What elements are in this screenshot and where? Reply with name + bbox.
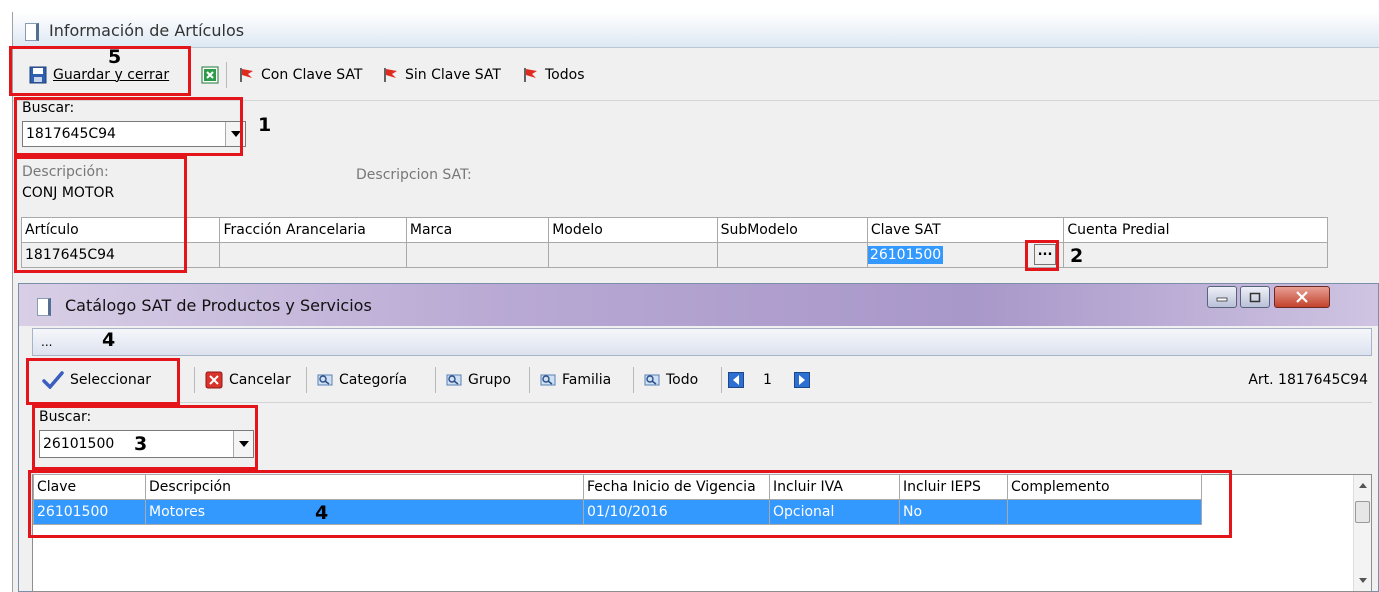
column-header[interactable]: Modelo xyxy=(548,217,718,243)
submodel-cell[interactable] xyxy=(716,242,868,268)
model-cell[interactable] xyxy=(548,242,718,268)
search-list-icon xyxy=(540,374,556,386)
toolbar-separator xyxy=(194,367,195,393)
toolbar-separator xyxy=(306,367,307,393)
category-button[interactable]: Categoría xyxy=(311,365,413,395)
highlight-box-result xyxy=(28,470,1232,538)
red-flag-icon xyxy=(524,68,537,82)
callout-number: 2 xyxy=(1070,245,1084,267)
cancel-button[interactable]: Cancelar xyxy=(199,365,297,395)
toolbar-separator xyxy=(633,367,634,393)
tariff-cell[interactable] xyxy=(219,242,407,268)
main-toolbar: Guardar y cerrar Con Clave SAT Sin Clave… xyxy=(13,49,1379,101)
minimize-icon xyxy=(1216,297,1228,302)
column-header[interactable]: Cuenta Predial xyxy=(1063,217,1328,243)
scroll-up-icon[interactable] xyxy=(1358,481,1368,489)
red-flag-icon xyxy=(384,68,397,82)
callout-number: 4 xyxy=(102,329,116,351)
previous-page-button[interactable] xyxy=(724,365,748,395)
dialog-titlebar: Catálogo SAT de Productos y Servicios xyxy=(19,284,1378,326)
toolbar-separator xyxy=(226,62,227,88)
category-label: Categoría xyxy=(339,372,408,388)
minimize-button[interactable] xyxy=(1207,286,1237,308)
article-grid: Artículo Fracción Arancelaria Marca Mode… xyxy=(20,217,1328,268)
highlight-box-article xyxy=(14,156,187,273)
red-flag-icon xyxy=(240,68,253,82)
scroll-thumb[interactable] xyxy=(1355,501,1370,523)
all-filter-label: Todos xyxy=(545,67,585,83)
maximize-icon xyxy=(1249,292,1261,302)
document-icon xyxy=(37,298,51,316)
column-header[interactable]: Fracción Arancelaria xyxy=(219,217,407,243)
toolbar-separator xyxy=(435,367,436,393)
page-number: 1 xyxy=(763,372,772,388)
sat-key-value: 26101500 xyxy=(868,246,944,264)
all-label: Todo xyxy=(666,372,699,388)
with-sat-key-button[interactable]: Con Clave SAT xyxy=(233,60,368,90)
toolbar-separator xyxy=(529,367,530,393)
column-header[interactable]: SubModelo xyxy=(716,217,868,243)
article-grid-header: Artículo Fracción Arancelaria Marca Mode… xyxy=(20,217,1328,243)
cancel-icon xyxy=(205,371,223,389)
cancel-label: Cancelar xyxy=(229,372,291,388)
brand-cell[interactable] xyxy=(405,242,550,268)
inner-bar-ellipsis: ... xyxy=(41,335,53,349)
window-title: Información de Artículos xyxy=(49,21,245,40)
highlight-box-select xyxy=(26,358,180,405)
document-icon xyxy=(25,23,39,41)
search-list-icon xyxy=(644,374,660,386)
with-sat-key-label: Con Clave SAT xyxy=(261,67,363,83)
group-label: Grupo xyxy=(468,372,511,388)
group-button[interactable]: Grupo xyxy=(440,365,517,395)
search-list-icon xyxy=(446,374,462,386)
search-list-icon xyxy=(317,374,333,386)
maximize-button[interactable] xyxy=(1240,286,1270,308)
all-button[interactable]: Todo xyxy=(638,365,704,395)
property-account-cell[interactable] xyxy=(1063,242,1328,268)
article-reference: Art. 1817645C94 xyxy=(1248,372,1368,388)
callout-number: 1 xyxy=(258,114,272,136)
highlight-box-save xyxy=(9,46,191,96)
arrow-right-icon xyxy=(794,372,810,388)
highlight-box-search xyxy=(14,97,243,156)
excel-export-button[interactable] xyxy=(195,60,225,90)
excel-icon xyxy=(201,66,219,84)
sat-description-label: Descripcion SAT: xyxy=(356,167,472,183)
family-button[interactable]: Familia xyxy=(534,365,617,395)
column-header[interactable]: Marca xyxy=(405,217,550,243)
close-button[interactable] xyxy=(1274,286,1330,308)
dialog-toolbar: Seleccionar Cancelar Categoría Grupo Fam… xyxy=(32,357,1372,403)
scroll-down-icon[interactable] xyxy=(1358,577,1368,585)
callout-number: 4 xyxy=(315,502,329,524)
dialog-title: Catálogo SAT de Productos y Servicios xyxy=(65,296,372,315)
toolbar-separator xyxy=(721,367,722,393)
dialog-inner-bar: ... xyxy=(32,328,1372,356)
column-header[interactable]: Clave SAT xyxy=(866,217,1065,243)
vertical-scrollbar[interactable] xyxy=(1353,475,1371,591)
arrow-left-icon xyxy=(728,372,744,388)
close-icon xyxy=(1296,291,1308,303)
without-sat-key-button[interactable]: Sin Clave SAT xyxy=(377,60,507,90)
callout-number: 3 xyxy=(134,433,148,455)
next-page-button[interactable] xyxy=(790,365,814,395)
highlight-box-ellipsis xyxy=(1025,240,1059,271)
all-filter-button[interactable]: Todos xyxy=(517,60,590,90)
table-row[interactable]: 1817645C94 26101500 xyxy=(20,242,1328,268)
without-sat-key-label: Sin Clave SAT xyxy=(405,67,501,83)
family-label: Familia xyxy=(562,372,612,388)
callout-number: 5 xyxy=(108,46,122,68)
main-titlebar: Información de Artículos xyxy=(13,12,1379,48)
